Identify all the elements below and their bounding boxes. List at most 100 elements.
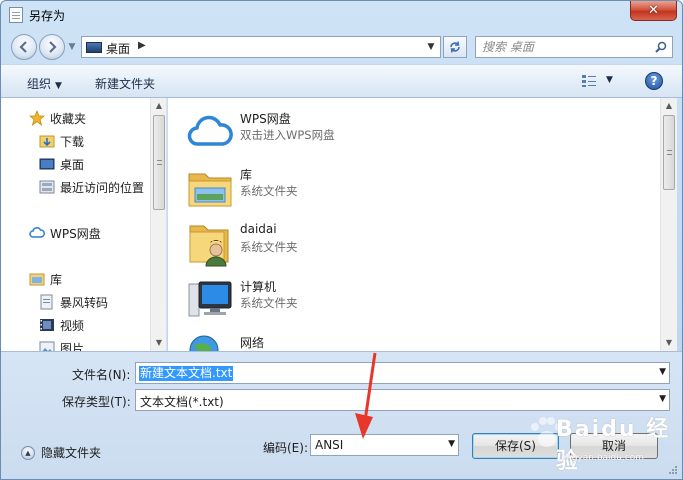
list-item[interactable]: 计算机 系统文件夹: [186, 276, 586, 326]
scrollbar-thumb[interactable]: [663, 115, 675, 190]
list-item[interactable]: WPS网盘 双击进入WPS网盘: [186, 108, 586, 158]
sidebar-item-recent-places[interactable]: 最近访问的位置: [39, 177, 144, 197]
grip-icon: [157, 159, 162, 165]
refresh-button[interactable]: [443, 36, 467, 58]
recent-locations-dropdown[interactable]: ▼: [67, 42, 77, 52]
sidebar-item-videos[interactable]: 视频: [39, 315, 84, 335]
sidebar-item-downloads[interactable]: 下载: [39, 131, 84, 151]
scroll-up-icon[interactable]: ▲: [661, 98, 677, 114]
sidebar-item-label: 图片: [60, 341, 85, 352]
watermark-text: Baidu 经验: [556, 417, 671, 474]
sidebar-item-desktop[interactable]: 桌面: [39, 154, 84, 174]
back-button[interactable]: [11, 34, 37, 60]
toolbar: 组织 ▼ 新建文件夹 ▼ ?: [1, 64, 682, 98]
document-icon: [40, 294, 53, 310]
download-folder-icon: [39, 135, 55, 148]
forward-arrow-icon: [49, 41, 57, 53]
notepad-document-icon: [9, 7, 23, 23]
new-folder-button[interactable]: 新建文件夹: [95, 75, 155, 92]
sidebar-item-pictures[interactable]: 图片: [39, 338, 84, 351]
list-item[interactable]: 网络: [186, 332, 586, 351]
address-location[interactable]: 桌面: [106, 40, 130, 57]
file-list: WPS网盘 双击进入WPS网盘 库 系统文件夹 daidai 系统文件夹 计算机…: [168, 98, 677, 351]
close-button[interactable]: ✕: [630, 1, 677, 21]
title-bar: 另存为 ✕: [1, 1, 682, 29]
file-name: 计算机: [240, 280, 277, 294]
hide-folders-label[interactable]: 隐藏文件夹: [41, 444, 101, 461]
computer-icon: [188, 281, 232, 317]
filename-label: 文件名(N):: [72, 368, 131, 382]
sidebar-item-label: 下载: [60, 134, 85, 149]
sidebar-item-label: 视频: [60, 318, 85, 333]
desktop-icon: [86, 42, 102, 53]
refresh-icon: [450, 41, 460, 53]
encoding-value: ANSI: [315, 438, 344, 452]
file-list-scrollbar[interactable]: ▲ ▼: [660, 98, 677, 351]
sidebar-item-label: 收藏夹: [50, 111, 87, 126]
back-arrow-icon: [19, 41, 27, 53]
file-name: daidai: [240, 222, 277, 236]
change-view-icon[interactable]: [581, 74, 597, 88]
encoding-label: 编码(E):: [263, 441, 308, 455]
save-as-dialog: 另存为 ✕ ▼ 桌面 ▶ ▼ 组织 ▼ 新建文件夹: [0, 0, 683, 480]
organize-menu[interactable]: 组织 ▼: [27, 75, 62, 92]
star-icon: [29, 110, 45, 126]
savetype-label: 保存类型(T):: [62, 395, 131, 409]
library-icon: [29, 273, 45, 286]
navigation-pane: 收藏夹 下载 桌面 最近访问的位置 WPS网盘 库 暴风转码 视频 图片 ▲ ▼: [1, 98, 167, 351]
scrollbar-thumb[interactable]: [153, 115, 165, 210]
file-name: 库: [240, 168, 253, 182]
organize-label[interactable]: 组织: [27, 77, 51, 91]
chevron-down-icon[interactable]: ▼: [659, 394, 666, 404]
user-folder-icon: [189, 225, 229, 267]
forward-button[interactable]: [39, 34, 65, 60]
sidebar-item-baofeng[interactable]: 暴风转码: [39, 292, 108, 312]
savetype-value: 文本文档(*.txt): [140, 395, 224, 409]
encoding-select[interactable]: ANSI ▼: [310, 434, 459, 456]
nav-pane-scrollbar[interactable]: ▲ ▼: [150, 98, 166, 351]
annotation-arrow-icon: [355, 352, 377, 439]
watermark-subtext: jingyan.baidu.com: [561, 453, 645, 463]
recent-places-icon: [39, 180, 55, 194]
library-folder-icon: [188, 173, 232, 207]
sidebar-item-label: 桌面: [60, 157, 85, 172]
sidebar-item-label: 库: [50, 272, 63, 287]
window-title: 另存为: [29, 9, 66, 23]
breadcrumb-arrow-icon[interactable]: ▶: [138, 40, 146, 51]
chevron-down-icon[interactable]: ▼: [659, 367, 666, 377]
file-description: 系统文件夹: [240, 184, 298, 198]
chevron-down-icon[interactable]: ▼: [55, 81, 62, 91]
search-box[interactable]: [475, 36, 673, 58]
help-icon[interactable]: ?: [645, 72, 663, 90]
search-input[interactable]: [482, 39, 642, 55]
sidebar-item-label: WPS网盘: [50, 226, 101, 241]
cloud-icon: [187, 115, 233, 146]
hide-folders-toggle[interactable]: ▲ 隐藏文件夹: [21, 444, 101, 461]
list-item[interactable]: 库 系统文件夹: [186, 164, 586, 214]
sidebar-item-favorites[interactable]: 收藏夹: [29, 108, 86, 128]
view-options-dropdown-icon[interactable]: ▼: [606, 75, 613, 85]
chevron-down-icon[interactable]: ▼: [448, 439, 455, 449]
sidebar-item-wps-cloud[interactable]: WPS网盘: [29, 223, 101, 243]
filename-value[interactable]: 新建文本文档.txt: [139, 366, 234, 381]
sidebar-item-label: 暴风转码: [60, 295, 109, 310]
file-description: 双击进入WPS网盘: [240, 128, 335, 142]
picture-icon: [39, 341, 55, 351]
resize-grip-icon[interactable]: [668, 465, 678, 475]
address-bar[interactable]: 桌面 ▶ ▼: [81, 36, 441, 58]
cloud-icon: [29, 227, 45, 238]
file-description: 系统文件夹: [240, 296, 298, 310]
search-icon[interactable]: [655, 41, 667, 53]
chevron-up-icon[interactable]: ▲: [21, 445, 35, 460]
list-item[interactable]: daidai 系统文件夹: [186, 220, 586, 270]
sidebar-item-label: 最近访问的位置: [60, 180, 145, 195]
grip-icon: [667, 149, 672, 155]
sidebar-item-libraries[interactable]: 库: [29, 269, 62, 289]
filename-field[interactable]: 新建文本文档.txt ▼: [135, 362, 670, 384]
address-dropdown-icon[interactable]: ▼: [424, 40, 438, 54]
scroll-up-icon[interactable]: ▲: [151, 98, 166, 114]
file-description: 系统文件夹: [240, 240, 298, 254]
scroll-down-icon[interactable]: ▼: [661, 335, 677, 351]
savetype-select[interactable]: 文本文档(*.txt) ▼: [135, 389, 670, 411]
scroll-down-icon[interactable]: ▼: [151, 335, 166, 351]
